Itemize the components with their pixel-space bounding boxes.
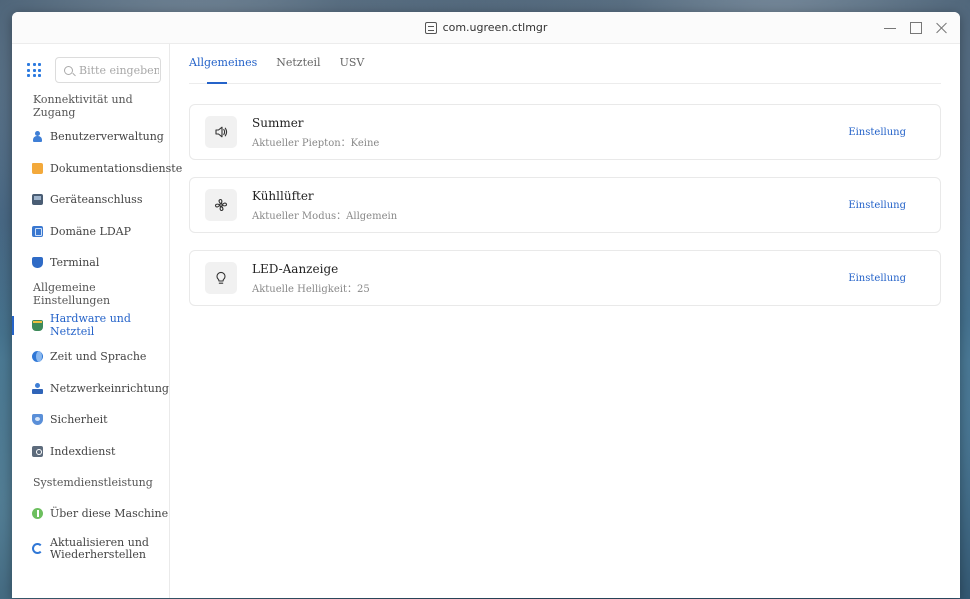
fan-icon <box>205 189 237 221</box>
apps-grid-icon[interactable] <box>27 63 41 77</box>
app-window: com.ugreen.ctlmgr Konnektivität und Zuga… <box>12 12 960 598</box>
card-title: Kühllüfter <box>252 188 314 203</box>
sidebar-item-label: Domäne LDAP <box>50 224 131 238</box>
led-settings-link[interactable]: Einstellung <box>848 273 906 284</box>
refresh-icon <box>32 543 43 554</box>
search-input[interactable] <box>79 63 159 77</box>
sidebar-item-label: Zeit und Sprache <box>50 350 147 364</box>
terminal-icon <box>32 257 43 269</box>
fan-settings-link[interactable]: Einstellung <box>848 200 906 211</box>
sidebar-item-user-management[interactable]: Benutzerverwaltung <box>12 121 169 153</box>
window-controls <box>884 12 948 44</box>
maximize-icon[interactable] <box>910 22 922 34</box>
sidebar-item-label: Dokumentationsdienste <box>50 161 183 175</box>
card-title: LED-Aanzeige <box>252 261 339 276</box>
sidebar-item-label: Benutzerverwaltung <box>50 130 164 144</box>
domain-icon <box>32 225 43 237</box>
tab-bar: Allgemeines Netzteil USV <box>189 44 941 84</box>
info-icon <box>32 508 43 520</box>
device-icon <box>32 194 43 206</box>
sidebar-item-update-restore[interactable]: Aktualisieren und Wiederherstellen <box>12 530 169 568</box>
card-title: Summer <box>252 115 304 130</box>
group-label-system-services: Systemdienstleistung <box>33 476 153 489</box>
tab-general[interactable]: Allgemeines <box>189 56 257 84</box>
buzzer-settings-link[interactable]: Einstellung <box>848 127 906 138</box>
network-icon <box>32 382 43 394</box>
card-subtitle: Aktueller Modus：Allgemein <box>252 210 398 222</box>
sidebar-item-label: Sicherheit <box>50 413 108 427</box>
tab-ups[interactable]: USV <box>340 56 365 83</box>
title-bar: com.ugreen.ctlmgr <box>12 12 960 44</box>
hardware-icon <box>32 319 43 331</box>
settings-card-list: Summer Aktueller Piepton：Keine Einstellu… <box>189 104 941 306</box>
sidebar-item-label-line2: Wiederherstellen <box>50 547 147 561</box>
sidebar-item-hardware-power[interactable]: Hardware und Netzteil <box>12 310 169 342</box>
speaker-icon <box>205 116 237 148</box>
card-subtitle: Aktuelle Helligkeit：25 <box>252 283 370 295</box>
settings-card-buzzer: Summer Aktueller Piepton：Keine Einstellu… <box>189 104 941 160</box>
window-title: com.ugreen.ctlmgr <box>424 21 548 34</box>
minimize-icon[interactable] <box>884 22 896 34</box>
close-icon[interactable] <box>936 22 948 34</box>
index-icon <box>32 445 43 457</box>
bulb-icon <box>205 262 237 294</box>
sidebar-item-label: Hardware und Netzteil <box>50 312 131 339</box>
sidebar-item-time-language[interactable]: Zeit und Sprache <box>12 341 169 373</box>
sidebar-item-label: Terminal <box>50 256 100 270</box>
sidebar-item-about-machine[interactable]: Über diese Maschine <box>12 498 169 530</box>
window-title-text: com.ugreen.ctlmgr <box>442 21 548 34</box>
sidebar-item-domain-ldap[interactable]: Domäne LDAP <box>12 216 169 248</box>
search-box[interactable] <box>55 57 161 83</box>
user-icon <box>32 131 43 143</box>
settings-card-cooling-fan: Kühllüfter Aktueller Modus：Allgemein Ein… <box>189 177 941 233</box>
group-label-general-settings: Allgemeine Einstellungen <box>33 281 111 307</box>
sidebar-item-security[interactable]: Sicherheit <box>12 404 169 436</box>
sidebar-item-label: Geräteanschluss <box>50 193 143 207</box>
main-content: Allgemeines Netzteil USV Summer Aktuelle… <box>170 44 960 598</box>
globe-icon <box>32 351 43 363</box>
tab-power-supply[interactable]: Netzteil <box>276 56 320 83</box>
settings-card-led-indicator: LED-Aanzeige Aktuelle Helligkeit：25 Eins… <box>189 250 941 306</box>
shield-icon <box>32 414 43 426</box>
sidebar-item-device-connection[interactable]: Geräteanschluss <box>12 184 169 216</box>
sidebar-item-label: Aktualisieren und Wiederherstellen <box>50 536 149 561</box>
sidebar-item-label: Netzwerkeinrichtung <box>50 381 169 395</box>
card-subtitle: Aktueller Piepton：Keine <box>252 137 380 149</box>
sidebar-item-terminal[interactable]: Terminal <box>12 247 169 279</box>
sidebar-item-label: Über diese Maschine <box>50 507 169 521</box>
sidebar-item-documentation-services[interactable]: Dokumentationsdienste <box>12 153 182 185</box>
folder-icon <box>32 162 43 174</box>
sidebar: Konnektivität und Zugang Benutzerverwalt… <box>12 44 182 598</box>
sidebar-item-index-service[interactable]: Indexdienst <box>12 436 169 468</box>
search-icon <box>64 65 73 75</box>
group-label-connectivity: Konnektivität und Zugang <box>33 92 133 119</box>
sidebar-item-network-setup[interactable]: Netzwerkeinrichtung <box>12 373 169 405</box>
control-panel-icon <box>424 21 437 34</box>
sidebar-header <box>12 50 169 90</box>
sidebar-item-label: Indexdienst <box>50 444 116 458</box>
